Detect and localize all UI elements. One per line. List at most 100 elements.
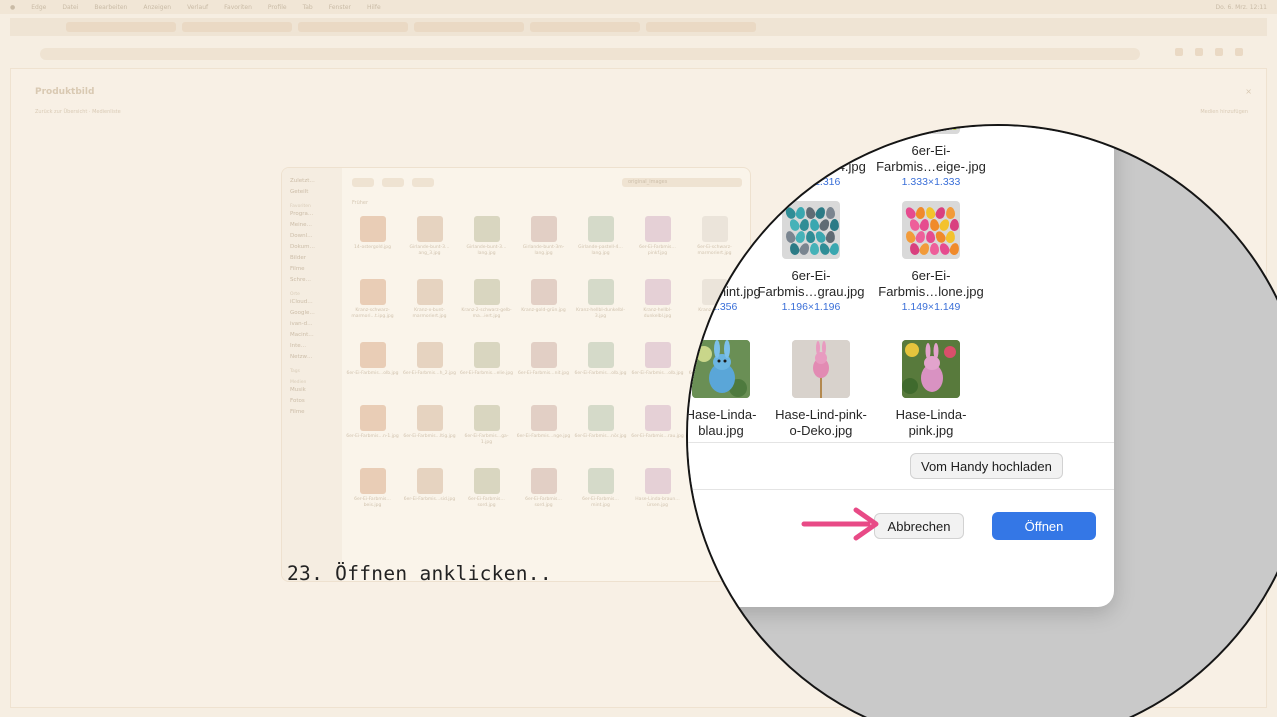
file-item[interactable]: 6er-Ei-Farbmis…n-1.jpg [344,405,401,468]
file-item[interactable]: 6er-Ei- Farbmis…eige-.jpg 1.333×1.333 [875,126,987,188]
browser-tab[interactable] [66,22,176,32]
file-name: 6er-Ei-Farbmis…ga-1.jpg [464,434,509,445]
file-name: 6er-Ei-Farbmis…sord.jpg [525,497,562,508]
file-item[interactable]: 6er-Ei-Farbmis…nit.jpg [515,342,572,405]
sidebar-item[interactable]: Netzw… [290,354,334,365]
menu-item[interactable]: Verlauf [187,4,208,11]
file-item[interactable]: Girlande-pastell-4…lang.jpg [572,216,629,279]
file-item[interactable]: 6er-Ei-Farbmis…elie.jpg [458,342,515,405]
file-item[interactable]: 6er-Ei-Farbmis…nge.jpg [515,405,572,468]
sidebar-item[interactable]: Google… [290,310,334,321]
file-item[interactable]: Kranz-schwarz-marmori…t.ipg.jpg [344,279,401,342]
file-item[interactable]: Kranz-gold-grün.jpg [515,279,572,342]
file-thumbnail-icon [416,468,443,494]
sidebar-item[interactable]: iCloud… [290,299,334,310]
sidebar-item[interactable]: Filme [290,409,334,420]
file-thumbnail-icon [530,279,557,305]
browser-tab[interactable] [530,22,640,32]
close-icon[interactable]: × [1245,87,1252,96]
sidebar-item[interactable]: Macint… [290,332,334,343]
file-item[interactable]: 6er-Ei- Farbmis…lone.jpg 1.149×1.149 [875,201,987,313]
file-item[interactable]: Kranz-hellbl-dunkelbl-3.jpg [572,279,629,342]
menu-item[interactable]: Favoriten [224,4,252,11]
menu-item[interactable]: Profile [268,4,287,11]
file-item[interactable]: 6er-Ei-Farbmis…sid.jpg [401,468,458,531]
file-item[interactable]: 6er-Ei-Farbmis…beis.jpg [344,468,401,531]
file-item[interactable]: 6er-Ei-Farbmis…sord.jpg [458,468,515,531]
file-item[interactable]: 6er-Ei-Farbmis…olb.jpg [344,342,401,405]
egg-shape [915,206,926,220]
file-item[interactable]: Kranz-hellbl-dunkelbl.jpg [629,279,686,342]
sidebar-item[interactable]: Progra… [290,211,334,222]
file-item[interactable]: 6er-Ei-Farbmis…ga-1.jpg [458,405,515,468]
favorites-icon[interactable] [1175,48,1183,56]
sidebar-item[interactable]: Musik [290,387,334,398]
sidebar-item[interactable]: Fotos [290,398,334,409]
file-item[interactable]: 14-ostergold.jpg [344,216,401,279]
menu-item[interactable]: Datei [62,4,78,11]
sidebar-item[interactable]: Schre… [290,277,334,288]
back-forward-button[interactable] [352,178,374,187]
sidebar-item[interactable]: Filme [290,266,334,277]
breadcrumb[interactable]: Zurück zur Übersicht · Medienliste [35,109,121,115]
sidebar-heading: Orte [290,292,300,297]
file-item[interactable]: 6er-Ei-Farbmis…mint.jpg [572,468,629,531]
file-item[interactable]: Hase-Linda- pink.jpg [875,340,987,439]
file-item[interactable]: Kranz-x-bunt-marmoriert.jpg [401,279,458,342]
more-icon[interactable] [1235,48,1243,56]
file-item[interactable]: Girlande-bunt-3m-lang.jpg [515,216,572,279]
menu-app-name[interactable]: Edge [31,4,46,11]
address-bar[interactable] [40,48,1140,60]
file-name: 6er-Ei- Farbmis…lone.jpg [878,268,984,299]
add-media-link[interactable]: Medien hinzufügen [1200,109,1248,115]
section-label: Früher [352,200,369,206]
browser-tab[interactable] [414,22,524,32]
file-thumbnail-icon [473,468,500,494]
file-item[interactable]: 6er-Ei-Farbmis…olb.jpg [572,342,629,405]
menu-item[interactable]: Bearbeiten [94,4,127,11]
sidebar-item[interactable]: Inte… [290,343,334,354]
sidebar-item[interactable]: Dokum… [290,244,334,255]
egg-shape [825,230,836,244]
sidebar-item[interactable]: ivan-d… [290,321,334,332]
file-item[interactable]: 6er-Ei-Farbmis…nör.jpg [572,405,629,468]
file-item[interactable]: Girlande-bunt-3…lang.jpg [458,216,515,279]
file-item[interactable]: Hase-Linda- blau.jpg [688,340,777,439]
browser-tab[interactable] [646,22,756,32]
profile-icon[interactable] [1215,48,1223,56]
file-item[interactable]: Hase-Lind-pink- o-Deko.jpg [765,340,877,439]
open-button[interactable]: Öffnen [992,512,1096,540]
bunny-pink-stick-image [792,340,850,398]
file-item[interactable]: 6er-Ei- Farbmis…mint.jpg 1.356×1.356 [688,201,764,313]
sidebar-item[interactable]: Meine… [290,222,334,233]
browser-tab[interactable] [298,22,408,32]
file-item[interactable]: Girlande-bunt-3…ang_3.jpg [401,216,458,279]
file-item[interactable]: 6er-Ei-Farbmis…ltig.jpg [401,405,458,468]
view-mode-button[interactable] [382,178,404,187]
apple-icon[interactable]: ● [10,4,15,11]
sidebar-item[interactable]: Downl… [290,233,334,244]
file-item[interactable]: 6er-Ei-Farbmis…rau.jpg [629,405,686,468]
file-item[interactable]: Hase-Linda-braun…ürsen.jpg [629,468,686,531]
sidebar-item[interactable]: Geteilt [290,189,334,200]
sidebar-item[interactable]: Zuletzt… [290,178,334,189]
file-name: 6er-Ei- Farbmis…el-24.jpg [756,143,866,174]
upload-from-phone-button[interactable]: Vom Handy hochladen [910,453,1063,479]
menu-item[interactable]: Anzeigen [143,4,171,11]
file-item[interactable]: 6er-Ei-Farbmis…olb.jpg [629,342,686,405]
menu-item[interactable]: Fenster [329,4,351,11]
file-name: 6er-Ei-Farbmis…olb.jpg [574,371,627,376]
file-item[interactable]: 6er-Ei- Farbmis…el-24.jpg 1.316×1.316 [755,126,867,188]
file-item[interactable]: 6er-Ei- Farbmis…grau.jpg 1.196×1.196 [755,201,867,313]
file-item[interactable]: Kranz-2-schwarz-gelb-ma…iert.jpg [458,279,515,342]
egg-shape [798,126,811,132]
group-button[interactable] [412,178,434,187]
file-item[interactable]: 6er-Ei-Farbmis…pinkf.jpg [629,216,686,279]
menu-item[interactable]: Tab [303,4,313,11]
file-item[interactable]: 6er-Ei-Farbmis…h_2.jpg [401,342,458,405]
sidebar-item[interactable]: Bilder [290,255,334,266]
extensions-icon[interactable] [1195,48,1203,56]
file-item[interactable]: 6er-Ei-Farbmis…sord.jpg [515,468,572,531]
menu-item[interactable]: Hilfe [367,4,381,11]
browser-tab[interactable] [182,22,292,32]
